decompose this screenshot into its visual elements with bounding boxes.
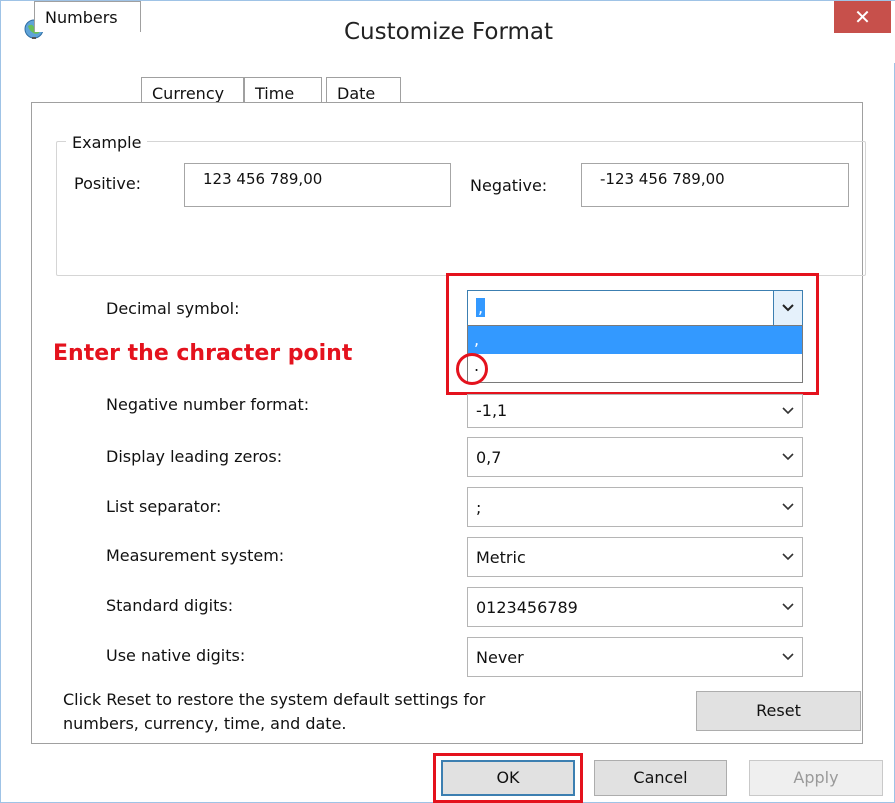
reset-info-line1: Click Reset to restore the system defaul… — [63, 690, 486, 709]
chevron-down-icon[interactable] — [774, 395, 802, 427]
positive-example-field: 123 456 789,00 — [184, 163, 451, 207]
chevron-down-icon[interactable] — [774, 488, 802, 526]
tab-currency[interactable]: Currency — [141, 77, 244, 103]
standard-digits-label: Standard digits: — [106, 596, 234, 615]
close-icon[interactable]: ✕ — [834, 1, 891, 33]
cancel-button[interactable]: Cancel — [594, 760, 727, 796]
negative-number-format-label: Negative number format: — [106, 395, 310, 414]
standard-digits-select[interactable]: 0123456789 — [467, 587, 803, 627]
example-groupbox — [56, 141, 866, 276]
annotation-highlight-box — [446, 273, 819, 395]
standard-digits-value: 0123456789 — [476, 598, 578, 617]
tab-date[interactable]: Date — [326, 77, 401, 103]
positive-label: Positive: — [74, 174, 142, 193]
list-separator-label: List separator: — [106, 497, 222, 516]
annotation-circle — [456, 353, 488, 385]
ok-button[interactable]: OK — [441, 760, 575, 796]
reset-info-line2: numbers, currency, time, and date. — [63, 714, 347, 733]
display-leading-zeros-select[interactable]: 0,7 — [467, 437, 803, 477]
display-leading-zeros-value: 0,7 — [476, 448, 502, 467]
apply-button[interactable]: Apply — [749, 760, 883, 796]
display-leading-zeros-label: Display leading zeros: — [106, 447, 283, 466]
use-native-digits-select[interactable]: Never — [467, 637, 803, 677]
decimal-symbol-label: Decimal symbol: — [106, 299, 240, 318]
tab-time[interactable]: Time — [244, 77, 322, 103]
chevron-down-icon[interactable] — [774, 638, 802, 676]
negative-label: Negative: — [470, 176, 548, 195]
chevron-down-icon[interactable] — [774, 538, 802, 576]
negative-number-format-select[interactable]: -1,1 — [467, 394, 803, 428]
example-group-label: Example — [66, 133, 148, 152]
use-native-digits-label: Use native digits: — [106, 646, 246, 665]
measurement-system-select[interactable]: Metric — [467, 537, 803, 577]
negative-example-field: -123 456 789,00 — [581, 163, 849, 207]
list-separator-value: ; — [476, 498, 482, 517]
list-separator-select[interactable]: ; — [467, 487, 803, 527]
use-native-digits-value: Never — [476, 648, 524, 667]
measurement-system-value: Metric — [476, 548, 526, 567]
reset-button[interactable]: Reset — [696, 691, 861, 731]
annotation-text: Enter the chracter point — [53, 341, 353, 366]
tab-numbers[interactable]: Numbers — [34, 1, 141, 32]
measurement-system-label: Measurement system: — [106, 546, 285, 565]
negative-number-format-value: -1,1 — [476, 401, 508, 420]
chevron-down-icon[interactable] — [774, 588, 802, 626]
customize-format-window: Customize Format ✕ Numbers Currency Time… — [0, 0, 895, 803]
chevron-down-icon[interactable] — [774, 438, 802, 476]
